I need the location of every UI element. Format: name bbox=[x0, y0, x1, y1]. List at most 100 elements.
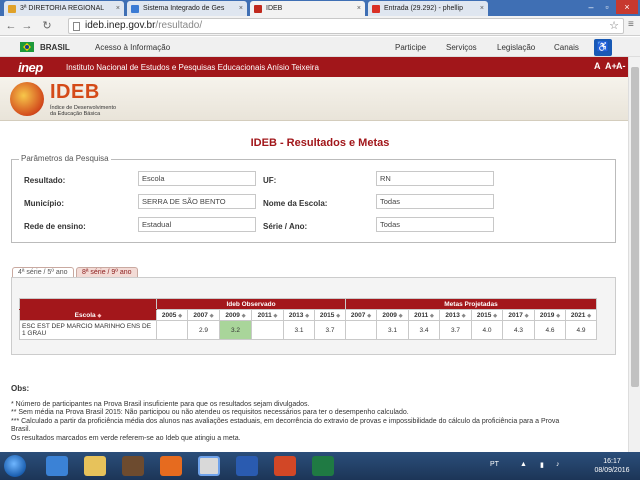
network-tray-icon[interactable]: ▮ bbox=[540, 461, 544, 469]
browser-tab-gmail[interactable]: Entrada (29.292) - phellip × bbox=[368, 1, 488, 16]
observed-year-header[interactable]: 2015 ◆ bbox=[314, 309, 346, 321]
window-close-icon[interactable]: × bbox=[616, 0, 638, 14]
canais-link[interactable]: Canais bbox=[554, 43, 579, 52]
observed-cell bbox=[251, 320, 284, 340]
browser-tab-diretoria[interactable]: 3ª DIRETORIA REGIONAL × bbox=[4, 1, 124, 16]
projected-year-header[interactable]: 2007 ◆ bbox=[345, 309, 377, 321]
nome-escola-field[interactable]: Todas bbox=[376, 194, 494, 209]
language-indicator[interactable]: PT bbox=[490, 461, 499, 468]
accessibility-icon[interactable]: ♿ bbox=[594, 39, 612, 56]
nome-escola-label: Nome da Escola: bbox=[263, 199, 328, 208]
legislacao-link[interactable]: Legislação bbox=[497, 43, 535, 52]
observed-cell bbox=[156, 320, 188, 340]
ideb-emblem-icon bbox=[10, 82, 44, 116]
firefox-icon[interactable] bbox=[160, 456, 182, 476]
projected-cell: 4.9 bbox=[565, 320, 597, 340]
menu-icon[interactable]: ≡ bbox=[628, 19, 634, 30]
file-explorer-icon[interactable] bbox=[84, 456, 106, 476]
projected-cell: 4.6 bbox=[534, 320, 566, 340]
uf-label: UF: bbox=[263, 176, 277, 185]
close-icon[interactable]: × bbox=[116, 1, 120, 16]
scrollbar-thumb[interactable] bbox=[631, 67, 639, 387]
chrome-icon[interactable] bbox=[198, 456, 220, 476]
municipio-label: Município: bbox=[24, 199, 64, 208]
inep-favicon-icon bbox=[254, 5, 262, 13]
back-icon[interactable]: ← bbox=[4, 19, 18, 33]
access-info-link[interactable]: Acesso à Informação bbox=[95, 43, 170, 52]
volume-tray-icon[interactable]: ♪ bbox=[556, 461, 560, 468]
school-column-header[interactable]: Escola ◆ bbox=[19, 309, 157, 321]
browser-tab-ideb[interactable]: IDEB × bbox=[250, 1, 365, 16]
sort-icon: ◆ bbox=[209, 312, 214, 319]
serie-field[interactable]: Todas bbox=[376, 217, 494, 232]
close-icon[interactable]: × bbox=[357, 1, 361, 16]
sort-icon: ◆ bbox=[273, 312, 278, 319]
projected-year-header[interactable]: 2021 ◆ bbox=[565, 309, 597, 321]
params-legend: Parâmetros da Pesquisa bbox=[19, 154, 111, 163]
projected-year-header[interactable]: 2013 ◆ bbox=[439, 309, 472, 321]
projected-year-header[interactable]: 2017 ◆ bbox=[502, 309, 535, 321]
excel-icon[interactable] bbox=[312, 456, 334, 476]
observed-year-header[interactable]: 2005 ◆ bbox=[156, 309, 188, 321]
internet-explorer-icon[interactable] bbox=[46, 456, 68, 476]
font-size-normal-button[interactable]: A bbox=[594, 61, 601, 71]
obs-note: Brasil. bbox=[11, 426, 31, 433]
obs-note: ** Sem média na Prova Brasil 2015: Não p… bbox=[11, 409, 409, 416]
reload-icon[interactable]: ↻ bbox=[40, 19, 54, 33]
forward-icon[interactable]: → bbox=[20, 19, 34, 33]
antivirus-tray-icon[interactable]: ▲ bbox=[520, 461, 527, 468]
municipio-field[interactable]: SERRA DE SÃO BENTO bbox=[138, 194, 256, 209]
word-icon[interactable] bbox=[236, 456, 258, 476]
participe-link[interactable]: Participe bbox=[395, 43, 426, 52]
resultado-field[interactable]: Escola bbox=[138, 171, 256, 186]
powerpoint-icon[interactable] bbox=[274, 456, 296, 476]
inep-name: Instituto Nacional de Estudos e Pesquisa… bbox=[66, 63, 319, 72]
obs-title: Obs: bbox=[11, 384, 30, 393]
table-row: ESC EST DEP MARCIO MARINHO ENS DE 1 GRAU… bbox=[19, 320, 597, 340]
font-size-decrease-button[interactable]: A- bbox=[616, 61, 626, 71]
sort-icon: ◆ bbox=[493, 312, 498, 319]
projected-year-header[interactable]: 2015 ◆ bbox=[471, 309, 503, 321]
globe-icon bbox=[131, 5, 139, 13]
country-label[interactable]: BRASIL bbox=[40, 43, 70, 52]
servicos-link[interactable]: Serviços bbox=[446, 43, 477, 52]
resultado-label: Resultado: bbox=[24, 176, 66, 185]
observed-cell: 3.1 bbox=[283, 320, 315, 340]
observed-year-header[interactable]: 2013 ◆ bbox=[283, 309, 315, 321]
observed-year-header[interactable]: 2011 ◆ bbox=[251, 309, 284, 321]
bookmark-star-icon[interactable]: ☆ bbox=[609, 19, 619, 33]
page-icon bbox=[73, 22, 80, 31]
projected-cell: 3.7 bbox=[439, 320, 472, 340]
page-scrollbar[interactable] bbox=[628, 57, 640, 453]
sort-icon: ◆ bbox=[430, 312, 434, 319]
projected-cell bbox=[345, 320, 377, 340]
projected-year-header[interactable]: 2011 ◆ bbox=[408, 309, 440, 321]
sort-icon: ◆ bbox=[305, 312, 310, 319]
close-icon[interactable]: × bbox=[239, 1, 243, 16]
rede-field[interactable]: Estadual bbox=[138, 217, 256, 232]
start-button[interactable] bbox=[4, 455, 26, 477]
sort-icon: ◆ bbox=[367, 312, 372, 319]
table-corner bbox=[19, 298, 157, 310]
observed-year-header[interactable]: 2009 ◆ bbox=[219, 309, 252, 321]
close-icon[interactable]: × bbox=[480, 1, 484, 16]
projected-year-header[interactable]: 2009 ◆ bbox=[376, 309, 409, 321]
brazil-flag-icon bbox=[20, 42, 34, 52]
browser-tab-sistema[interactable]: Sistema Integrado de Ges × bbox=[127, 1, 247, 16]
font-size-increase-button[interactable]: A+ bbox=[605, 61, 617, 71]
media-player-icon[interactable] bbox=[122, 456, 144, 476]
school-name-cell: ESC EST DEP MARCIO MARINHO ENS DE 1 GRAU bbox=[19, 320, 157, 340]
minimize-icon[interactable]: – bbox=[584, 0, 598, 14]
taskbar-clock[interactable]: 16:17 08/09/2016 bbox=[590, 457, 634, 475]
observed-year-header[interactable]: 2007 ◆ bbox=[187, 309, 220, 321]
url-input[interactable]: ideb.inep.gov.br/resultado/ ☆ bbox=[68, 18, 624, 34]
projected-year-header[interactable]: 2019 ◆ bbox=[534, 309, 566, 321]
sort-icon: ◆ bbox=[587, 312, 592, 319]
projected-cell: 4.3 bbox=[502, 320, 535, 340]
sort-icon: ◆ bbox=[178, 312, 183, 319]
inep-logo[interactable]: inep bbox=[18, 60, 43, 75]
maximize-icon[interactable]: ▫ bbox=[600, 0, 614, 14]
sort-icon: ◆ bbox=[524, 312, 529, 319]
ideb-title[interactable]: IDEB bbox=[50, 81, 100, 104]
uf-field[interactable]: RN bbox=[376, 171, 494, 186]
